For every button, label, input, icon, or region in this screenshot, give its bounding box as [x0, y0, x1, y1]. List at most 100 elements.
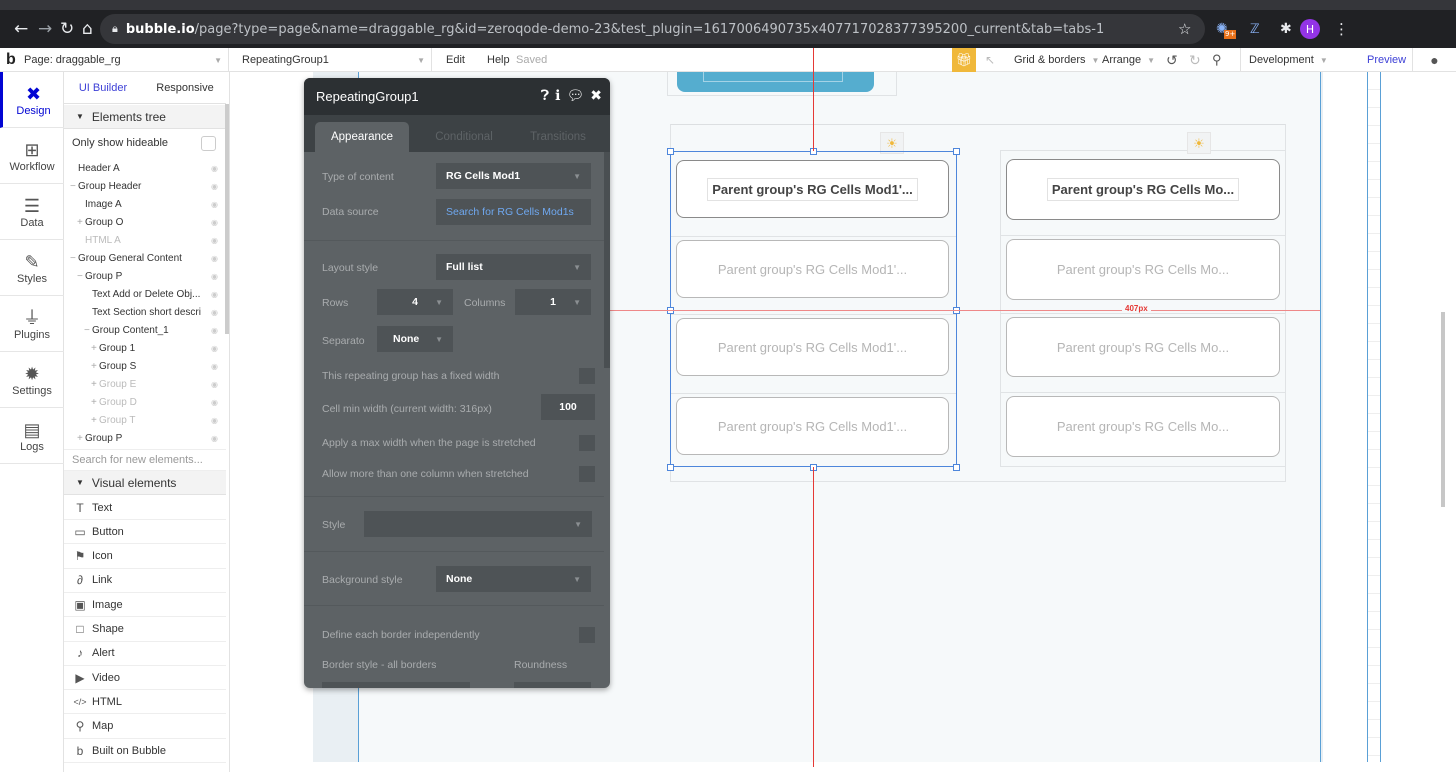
- home-icon[interactable]: ⌂: [82, 10, 93, 48]
- rg-cell[interactable]: Parent group's RG Cells Mo...: [1006, 396, 1280, 457]
- rg-cell[interactable]: Parent group's RG Cells Mo...: [1006, 159, 1280, 220]
- back-icon[interactable]: ←: [14, 10, 28, 48]
- visibility-eye-icon[interactable]: ◉: [211, 362, 218, 371]
- tab-appearance[interactable]: Appearance: [315, 122, 409, 152]
- bubble-logo-icon[interactable]: b: [6, 48, 16, 72]
- tree-item[interactable]: Text Add or Delete Obj... ◉: [64, 285, 226, 303]
- gift-icon[interactable]: 🎁︎: [952, 48, 976, 72]
- visibility-eye-icon[interactable]: ◉: [211, 416, 218, 425]
- page-selector[interactable]: Page: draggable_rg ▼: [24, 48, 229, 72]
- rail-item-design[interactable]: ✖ Design: [0, 72, 64, 128]
- help-icon[interactable]: ❓︎: [541, 87, 549, 104]
- visual-element-shape[interactable]: □ Shape: [64, 618, 226, 642]
- tree-item[interactable]: − Group Header ◉: [64, 177, 226, 195]
- tree-item[interactable]: HTML A ◉: [64, 231, 226, 249]
- preview-button[interactable]: Preview: [1367, 48, 1406, 72]
- resize-handle[interactable]: [953, 464, 960, 471]
- rg-cell[interactable]: Parent group's RG Cells Mo...: [1006, 239, 1280, 300]
- tab-transitions[interactable]: Transitions: [512, 122, 604, 152]
- grid-borders-menu[interactable]: Grid & borders ▼: [1014, 48, 1099, 72]
- more-columns-checkbox[interactable]: [579, 466, 595, 482]
- type-of-content-dropdown[interactable]: RG Cells Mod1 ▼: [436, 163, 591, 189]
- rail-item-settings[interactable]: ✹ Settings: [0, 352, 64, 408]
- expand-icon[interactable]: +: [91, 379, 99, 390]
- tree-item[interactable]: + Group E ◉: [64, 375, 226, 393]
- tree-item[interactable]: Text Section short descri ◉: [64, 303, 226, 321]
- extension-z-icon[interactable]: ℤ: [1250, 10, 1260, 48]
- visual-element-map[interactable]: ⚲ Map: [64, 715, 226, 739]
- forward-icon[interactable]: →: [38, 10, 52, 48]
- extension-icon[interactable]: ✺ 9+: [1216, 10, 1237, 48]
- tree-item[interactable]: + Group O ◉: [64, 213, 226, 231]
- visual-element-alert[interactable]: ♪ Alert: [64, 642, 226, 666]
- elements-tree-header[interactable]: ▼ Elements tree: [64, 105, 226, 129]
- visibility-eye-icon[interactable]: ◉: [211, 200, 218, 209]
- visibility-eye-icon[interactable]: ◉: [211, 218, 218, 227]
- search-icon[interactable]: ⚲: [1212, 48, 1222, 72]
- border-style-dropdown[interactable]: [322, 682, 470, 688]
- tree-item[interactable]: Image A ◉: [64, 195, 226, 213]
- tab-conditional[interactable]: Conditional: [416, 122, 512, 152]
- image-placeholder-icon[interactable]: ☀: [1187, 132, 1211, 154]
- undo-icon[interactable]: ↺: [1166, 48, 1178, 72]
- tree-item[interactable]: Header A ◉: [64, 159, 226, 177]
- only-show-hideable-checkbox[interactable]: [201, 135, 216, 151]
- visual-element-button[interactable]: ▭ Button: [64, 520, 226, 545]
- canvas-scrollbar[interactable]: [1441, 312, 1445, 507]
- reload-icon[interactable]: ↻: [60, 10, 74, 48]
- help-menu[interactable]: Help: [487, 48, 510, 72]
- fixed-width-checkbox[interactable]: [579, 368, 595, 384]
- roundness-input[interactable]: [514, 682, 591, 688]
- rail-item-logs[interactable]: ▤ Logs: [0, 408, 64, 464]
- visual-element-html[interactable]: </> HTML: [64, 690, 226, 715]
- visibility-eye-icon[interactable]: ◉: [211, 254, 218, 263]
- tree-item[interactable]: + Group 1 ◉: [64, 339, 226, 357]
- profile-avatar[interactable]: H: [1300, 19, 1320, 39]
- data-source-field[interactable]: Search for RG Cells Mod1s: [436, 199, 591, 225]
- visibility-eye-icon[interactable]: ◉: [211, 182, 218, 191]
- rail-item-plugins[interactable]: ⏚ Plugins: [0, 296, 64, 352]
- tree-item[interactable]: − Group P ◉: [64, 267, 226, 285]
- edit-menu[interactable]: Edit: [446, 48, 465, 72]
- environment-selector[interactable]: Development ▼: [1240, 48, 1355, 72]
- tree-item[interactable]: − Group Content_1 ◉: [64, 321, 226, 339]
- expand-icon[interactable]: +: [77, 433, 85, 444]
- tab-responsive[interactable]: Responsive: [144, 72, 226, 104]
- bookmark-star-icon[interactable]: ☆: [1178, 10, 1191, 48]
- visibility-eye-icon[interactable]: ◉: [211, 290, 218, 299]
- visual-element-video[interactable]: ▶ Video: [64, 666, 226, 691]
- visual-element-icon[interactable]: ⚑ Icon: [64, 545, 226, 569]
- tab-ui-builder[interactable]: UI Builder: [64, 72, 142, 104]
- rail-item-workflow[interactable]: ⊞ Workflow: [0, 128, 64, 184]
- visual-element-built-on-bubble[interactable]: b Built on Bubble: [64, 739, 226, 763]
- collapse-icon[interactable]: −: [70, 181, 78, 192]
- address-bar[interactable]: 🔒︎ bubble.io/page?type=page&name=draggab…: [100, 14, 1205, 44]
- background-style-dropdown[interactable]: None ▼: [436, 566, 591, 592]
- visibility-eye-icon[interactable]: ◉: [211, 344, 218, 353]
- max-width-checkbox[interactable]: [579, 435, 595, 451]
- menu-dots-icon[interactable]: ⋮: [1334, 10, 1349, 48]
- tree-item[interactable]: + Group S ◉: [64, 357, 226, 375]
- visual-elements-header[interactable]: ▼ Visual elements: [64, 471, 226, 495]
- rail-item-data[interactable]: ☰ Data: [0, 184, 64, 240]
- cell-min-width-input[interactable]: 100: [541, 394, 595, 420]
- arrange-menu[interactable]: Arrange ▼: [1102, 48, 1155, 72]
- layout-style-dropdown[interactable]: Full list ▼: [436, 254, 591, 280]
- tree-item[interactable]: + Group T ◉: [64, 411, 226, 429]
- expand-icon[interactable]: +: [91, 415, 99, 426]
- visual-element-image[interactable]: ▣ Image: [64, 593, 226, 618]
- puzzle-icon[interactable]: ✱: [1280, 10, 1292, 48]
- visibility-eye-icon[interactable]: ◉: [211, 164, 218, 173]
- property-editor-header[interactable]: RepeatingGroup1 ❓︎ ℹ 💬︎ ✖: [304, 78, 610, 115]
- style-dropdown[interactable]: ▼: [364, 511, 592, 537]
- cursor-icon[interactable]: ↖: [985, 48, 995, 72]
- visibility-eye-icon[interactable]: ◉: [211, 272, 218, 281]
- resize-handle[interactable]: [953, 148, 960, 155]
- tree-item[interactable]: + Group P ◉: [64, 429, 226, 447]
- visibility-eye-icon[interactable]: ◉: [211, 326, 218, 335]
- expand-icon[interactable]: +: [91, 361, 99, 372]
- expand-icon[interactable]: +: [91, 397, 99, 408]
- visual-element-text[interactable]: T Text: [64, 496, 226, 520]
- comment-icon[interactable]: 💬︎: [566, 87, 584, 104]
- expand-icon[interactable]: +: [77, 217, 85, 228]
